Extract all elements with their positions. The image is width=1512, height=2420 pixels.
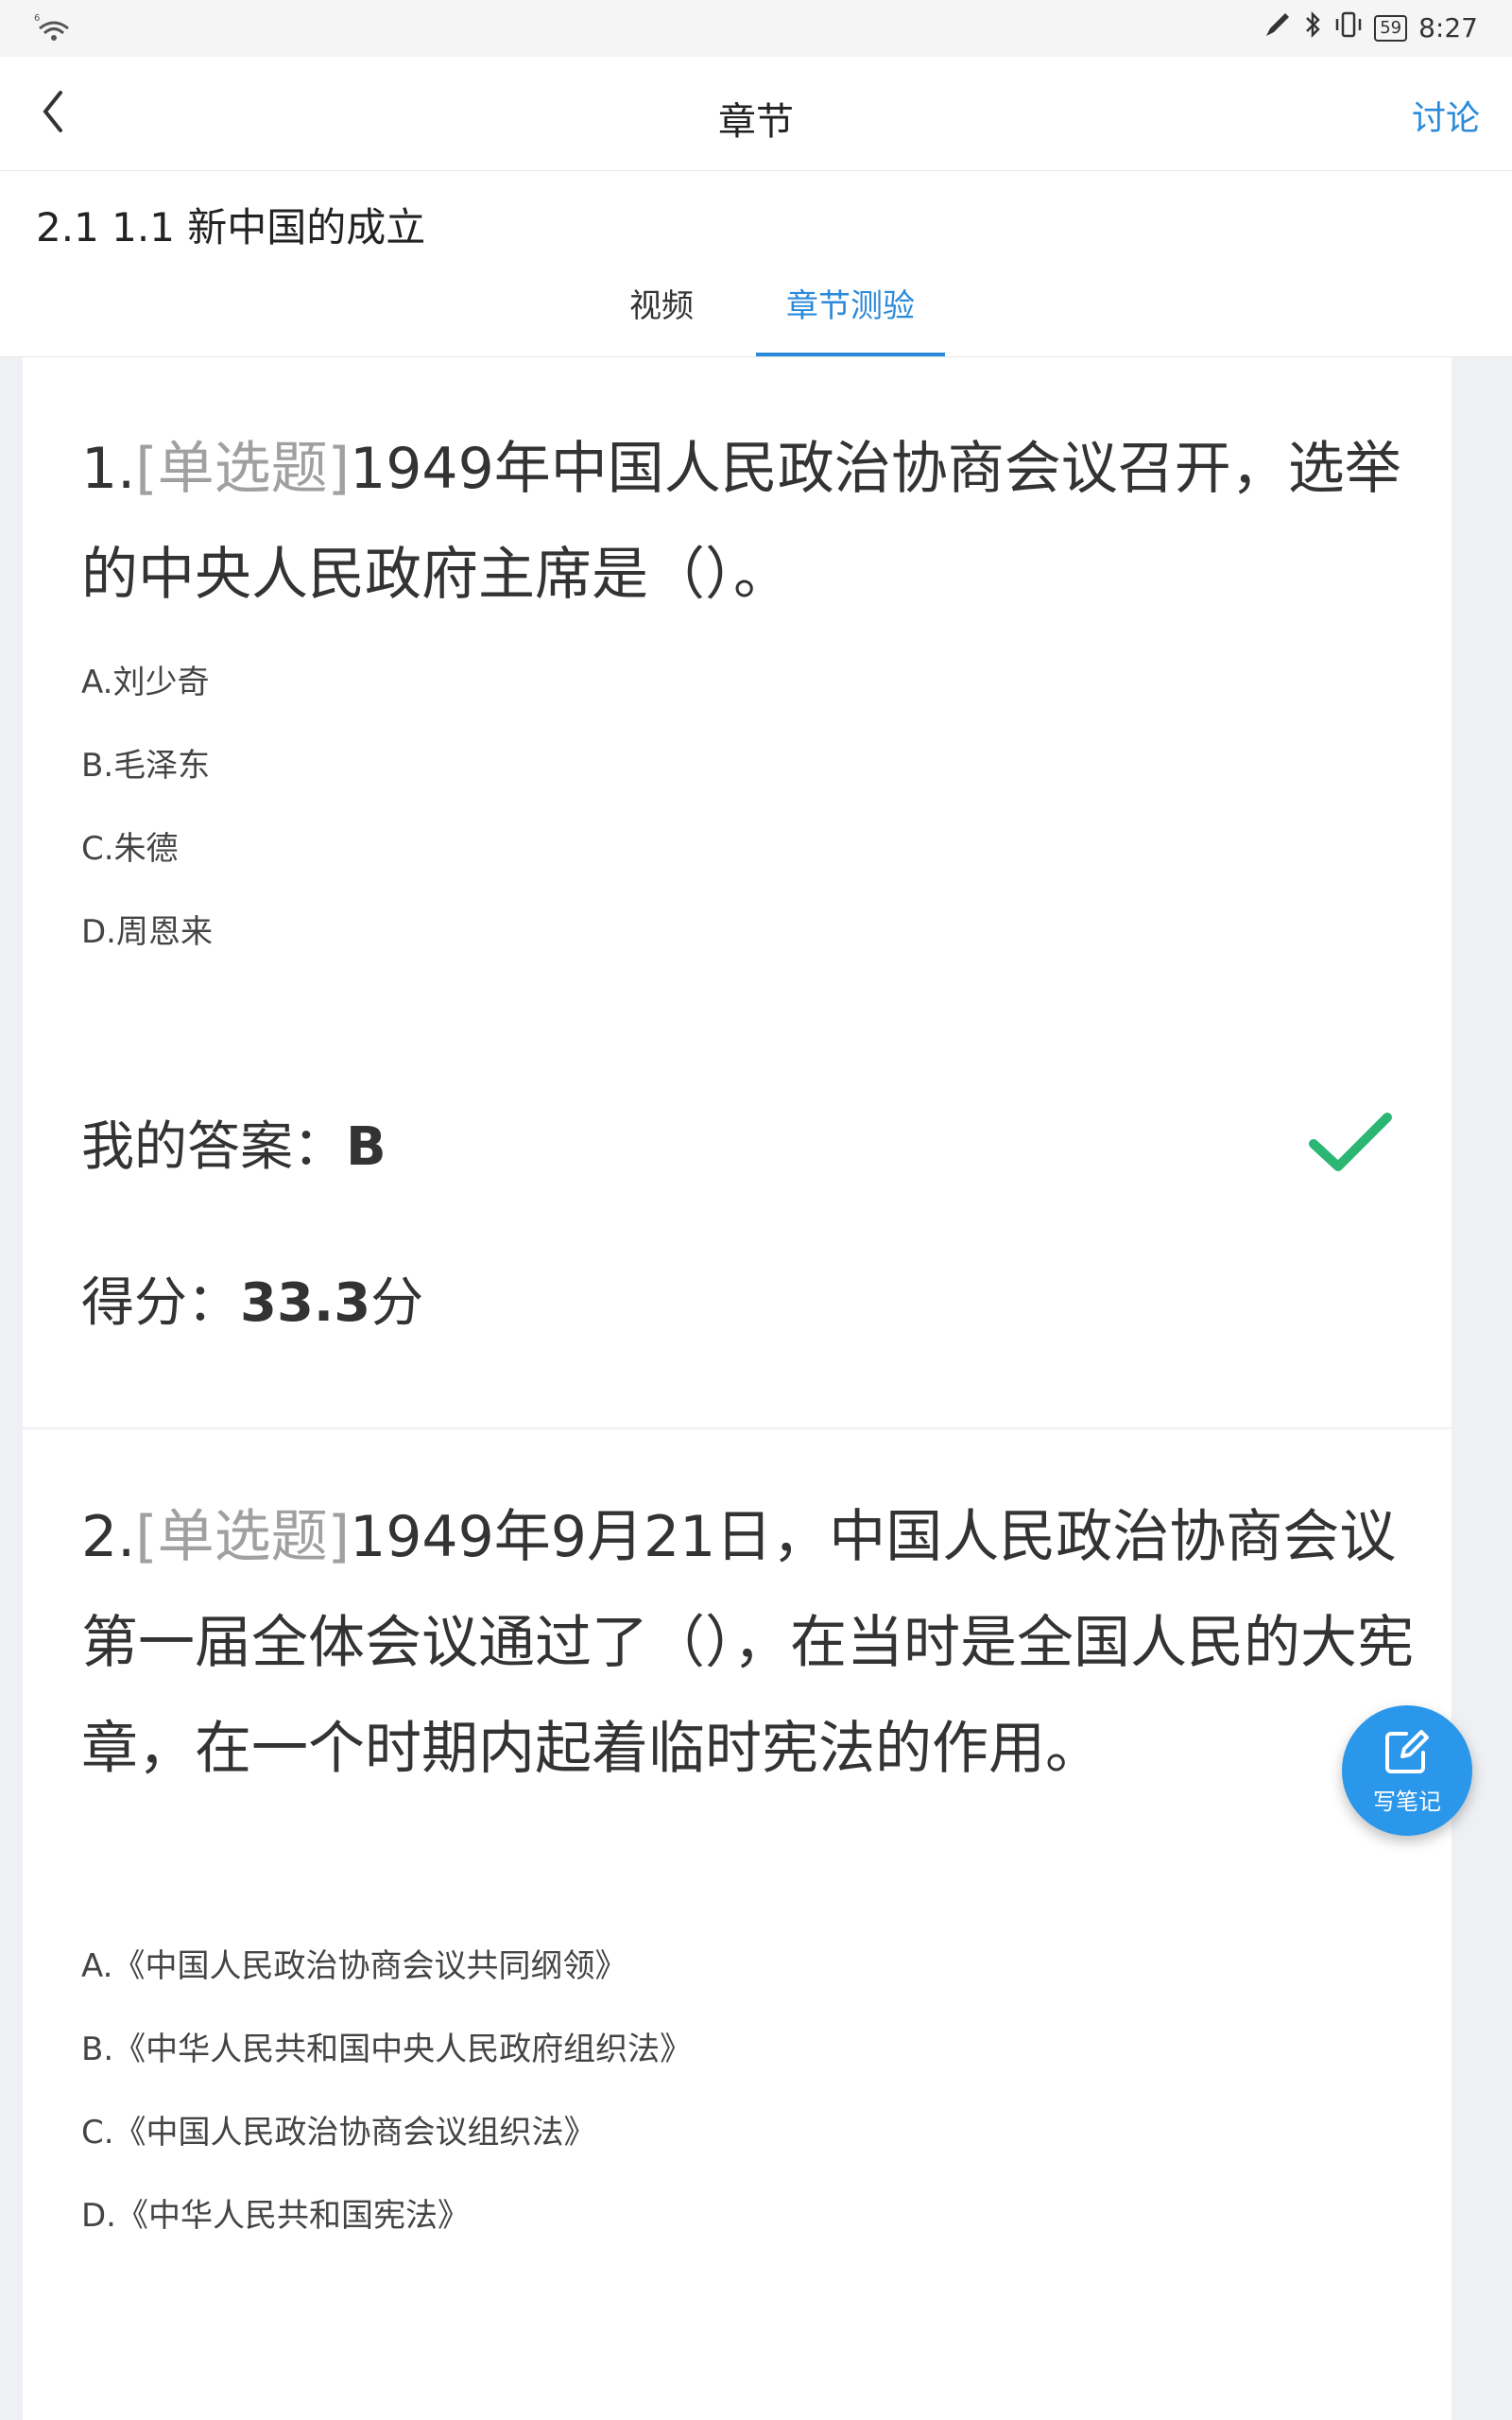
score: 得分：33.3分 bbox=[81, 1260, 423, 1337]
edit-note-icon bbox=[1382, 1726, 1433, 1777]
nav-bar: 章节 讨论 bbox=[0, 57, 1512, 171]
bluetooth-icon bbox=[1304, 9, 1323, 46]
chapter-title: 2.1 1.1 新中国的成立 bbox=[36, 204, 426, 251]
question-type: [单选题] bbox=[135, 436, 351, 502]
question-text: 1.[单选题]1949年中国人民政治协商会议召开，选举的中央人民政府主席是（）。 bbox=[81, 416, 1423, 628]
question-card: 2.[单选题]1949年9月21日，中国人民政治协商会议第一届全体会议通过了（）… bbox=[23, 1429, 1452, 2420]
question-number: 1. bbox=[81, 436, 136, 502]
option-c: C.朱德 bbox=[81, 830, 179, 868]
write-note-button[interactable]: 写笔记 bbox=[1342, 1705, 1472, 1836]
question-type: [单选题] bbox=[135, 1504, 351, 1570]
write-note-label: 写笔记 bbox=[1373, 1789, 1441, 1815]
clock: 8:27 bbox=[1418, 12, 1478, 43]
option-d: D.《中华人民共和国宪法》 bbox=[81, 2197, 470, 2235]
wifi-icon: 6 bbox=[34, 11, 74, 49]
option-a: A.《中国人民政治协商会议共同纲领》 bbox=[81, 1947, 627, 1985]
correct-check-icon bbox=[1308, 1110, 1393, 1176]
option-c: C.《中国人民政治协商会议组织法》 bbox=[81, 2114, 596, 2152]
option-d: D.周恩来 bbox=[81, 913, 213, 951]
question-number: 2. bbox=[81, 1504, 136, 1570]
option-list: A.刘少奇 B.毛泽东 C.朱德 D.周恩来 bbox=[81, 641, 213, 974]
answer-label: 我的答案： bbox=[81, 1116, 346, 1178]
status-bar: 6 59 8:27 bbox=[0, 0, 1512, 57]
question-card: 1.[单选题]1949年中国人民政治协商会议召开，选举的中央人民政府主席是（）。… bbox=[23, 357, 1452, 1427]
tab-bar: 视频 章节测验 bbox=[0, 273, 1512, 356]
option-a: A.刘少奇 bbox=[81, 664, 210, 701]
option-list: A.《中国人民政治协商会议共同纲领》 B.《中华人民共和国中央人民政府组织法》 … bbox=[81, 1925, 692, 2257]
discussion-button[interactable]: 讨论 bbox=[1412, 91, 1480, 140]
quiz-content[interactable]: 1.[单选题]1949年中国人民政治协商会议召开，选举的中央人民政府主席是（）。… bbox=[0, 357, 1512, 2420]
active-tab-indicator bbox=[756, 353, 945, 356]
tab-chapter-quiz[interactable]: 章节测验 bbox=[756, 273, 945, 356]
option-b: B.《中华人民共和国中央人民政府组织法》 bbox=[81, 2031, 693, 2068]
answer-value: B bbox=[346, 1116, 387, 1178]
pen-icon bbox=[1263, 9, 1293, 46]
question-text: 2.[单选题]1949年9月21日，中国人民政治协商会议第一届全体会议通过了（）… bbox=[81, 1484, 1423, 1802]
chapter-header: 2.1 1.1 新中国的成立 视频 章节测验 bbox=[0, 171, 1512, 358]
score-value: 33.3 bbox=[240, 1272, 371, 1334]
option-b: B.毛泽东 bbox=[81, 747, 211, 785]
tab-video[interactable]: 视频 bbox=[586, 273, 737, 356]
score-label: 得分： bbox=[81, 1272, 240, 1334]
page-title: 章节 bbox=[718, 100, 794, 144]
my-answer: 我的答案：B bbox=[81, 1104, 387, 1181]
battery-icon: 59 bbox=[1374, 14, 1408, 42]
score-unit: 分 bbox=[370, 1272, 424, 1334]
svg-text:6: 6 bbox=[34, 13, 40, 24]
vibrate-icon bbox=[1334, 9, 1363, 46]
